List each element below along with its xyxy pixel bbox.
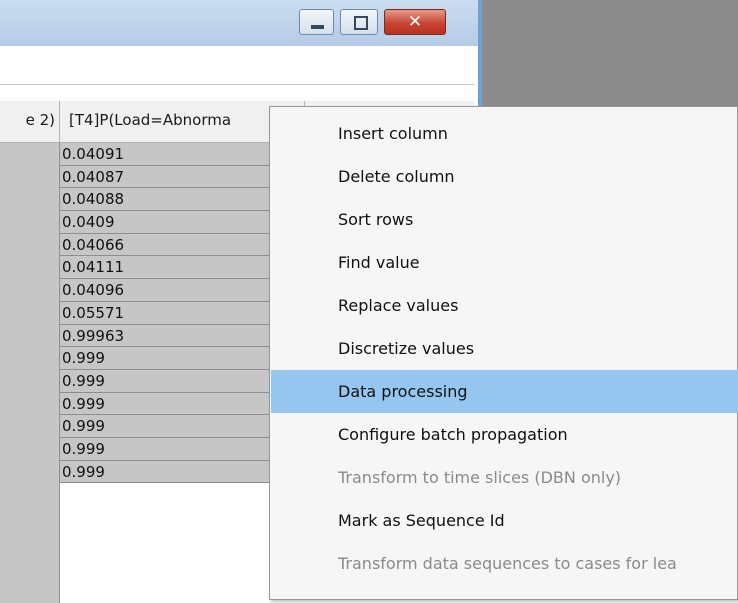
table-cell[interactable]: 0.99963 [60,324,272,347]
menu-item-discretize-values[interactable]: Discretize values [271,327,738,370]
table-cell[interactable]: 0.04088 [60,188,272,211]
table-cell[interactable]: 0.999 [60,392,272,415]
menu-item-sort-rows[interactable]: Sort rows [271,198,738,241]
minimize-button[interactable] [299,9,334,35]
column-header-1[interactable]: e 2) [0,101,60,142]
table-cell[interactable]: 0.999 [60,460,272,483]
table-cell[interactable]: 0.999 [60,415,272,437]
context-menu: Insert column Delete column Sort rows Find … [269,106,738,600]
menu-item-mark-as-sequence-id[interactable]: Mark as Sequence Id [271,499,738,542]
menu-item-configure-batch-propagation[interactable]: Configure batch propagation [271,413,738,456]
column-1-cells[interactable] [0,143,60,603]
close-icon: ✕ [407,12,423,32]
table-cell[interactable]: 0.04111 [60,256,272,279]
close-button[interactable]: ✕ [384,9,446,35]
menu-item-delete-column[interactable]: Delete column [271,155,738,198]
menu-item-replace-values[interactable]: Replace values [271,284,738,327]
window-titlebar: ✕ [0,0,478,46]
table-cell[interactable]: 0.04096 [60,279,272,301]
menu-item-find-value[interactable]: Find value [271,241,738,284]
toolbar-area [0,46,474,85]
menu-item-data-processing[interactable]: Data processing [271,370,738,413]
maximize-button[interactable] [340,9,378,35]
table-cell[interactable]: 0.05571 [60,301,272,324]
minimize-icon [311,25,324,29]
table-cell[interactable]: 0.0409 [60,211,272,233]
table-cell[interactable]: 0.04066 [60,233,272,256]
table-cell[interactable]: 0.999 [60,369,272,392]
table-cell[interactable]: 0.04091 [60,143,272,165]
menu-item-transform-to-time-slices-dbn-only: Transform to time slices (DBN only) [338,468,622,487]
table-cell[interactable]: 0.999 [60,347,272,369]
maximize-icon [354,16,368,30]
menu-item-transform-data-sequences-to-cases-for-lea: Transform data sequences to cases for le… [338,554,677,573]
table-cell[interactable]: 0.999 [60,437,272,460]
menu-item-insert-column[interactable]: Insert column [271,112,738,155]
table-cell[interactable]: 0.04087 [60,165,272,188]
